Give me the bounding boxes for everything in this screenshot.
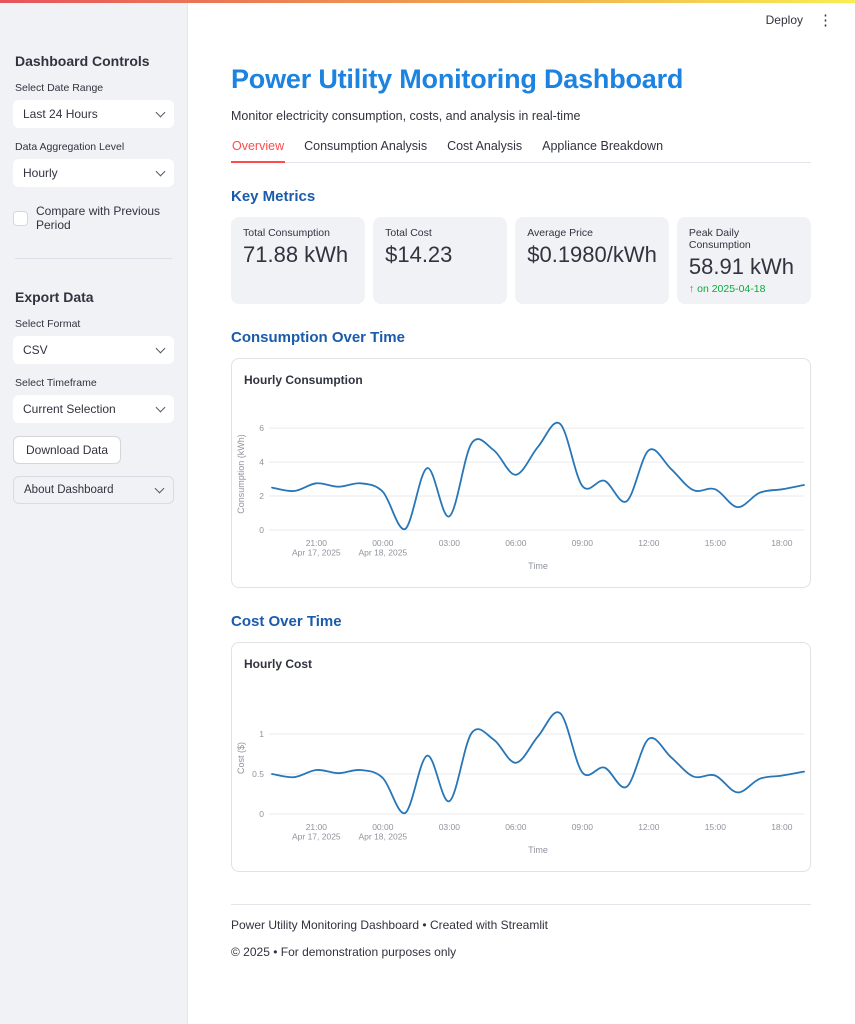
svg-text:00:00: 00:00 — [372, 822, 394, 832]
svg-text:Time: Time — [528, 845, 548, 855]
format-select[interactable]: CSV — [13, 336, 174, 364]
metric-total-cost: Total Cost $14.23 — [373, 217, 507, 304]
metric-delta-text: on 2025-04-18 — [697, 283, 765, 295]
svg-text:Apr 18, 2025: Apr 18, 2025 — [358, 832, 407, 842]
chevron-down-icon — [156, 166, 166, 176]
svg-text:Apr 18, 2025: Apr 18, 2025 — [358, 548, 407, 558]
metric-label: Total Consumption — [243, 227, 353, 239]
metric-delta: ↑ on 2025-04-18 — [689, 283, 799, 295]
tab-bar: Overview Consumption Analysis Cost Analy… — [231, 139, 811, 163]
cost-line-chart[interactable]: 0 0.5 1 21:00Apr 17, 2025 00:00Apr 18, 2025 0… — [232, 687, 810, 861]
page-subtitle: Monitor electricity consumption, costs, … — [231, 109, 811, 123]
consumption-chart-card: Hourly Consumption 0 2 4 6 21:00Apr 17, 2025… — [231, 358, 811, 588]
footer-line2: © 2025 • For demonstration purposes only — [231, 945, 811, 959]
consumption-line-chart[interactable]: 0 2 4 6 21:00Apr 17, 2025 00:00Apr 18, 2025 03… — [232, 403, 810, 577]
svg-text:21:00: 21:00 — [306, 538, 328, 548]
sidebar: Dashboard Controls Select Date Range Las… — [0, 3, 188, 1024]
svg-text:Apr 17, 2025: Apr 17, 2025 — [292, 548, 341, 558]
date-range-select[interactable]: Last 24 Hours — [13, 100, 174, 128]
svg-text:21:00: 21:00 — [306, 822, 328, 832]
aggregation-select[interactable]: Hourly — [13, 159, 174, 187]
svg-text:09:00: 09:00 — [572, 538, 594, 548]
metric-total-consumption: Total Consumption 71.88 kWh — [231, 217, 365, 304]
svg-text:03:00: 03:00 — [439, 822, 461, 832]
compare-checkbox[interactable]: Compare with Previous Period — [13, 204, 174, 232]
svg-text:18:00: 18:00 — [771, 538, 793, 548]
tab-cost-analysis[interactable]: Cost Analysis — [446, 139, 523, 162]
svg-text:18:00: 18:00 — [771, 822, 793, 832]
consumption-section-heading: Consumption Over Time — [231, 329, 811, 346]
date-range-label: Select Date Range — [15, 82, 174, 94]
metric-value: 71.88 kWh — [243, 242, 353, 268]
svg-text:2: 2 — [259, 491, 264, 501]
svg-text:06:00: 06:00 — [505, 822, 527, 832]
aggregation-label: Data Aggregation Level — [15, 141, 174, 153]
svg-text:12:00: 12:00 — [638, 538, 660, 548]
tab-consumption-analysis[interactable]: Consumption Analysis — [303, 139, 428, 162]
key-metrics-heading: Key Metrics — [231, 188, 811, 205]
footer-divider — [231, 904, 811, 905]
cost-section-heading: Cost Over Time — [231, 613, 811, 630]
svg-text:0: 0 — [259, 809, 264, 819]
metric-value: $14.23 — [385, 242, 495, 268]
svg-text:0: 0 — [259, 525, 264, 535]
svg-text:12:00: 12:00 — [638, 822, 660, 832]
checkbox-box-icon[interactable] — [13, 211, 28, 226]
about-dashboard-expander[interactable]: About Dashboard — [13, 476, 174, 504]
metric-label: Total Cost — [385, 227, 495, 239]
metric-label: Peak Daily Consumption — [689, 227, 799, 251]
svg-text:6: 6 — [259, 423, 264, 433]
tab-overview[interactable]: Overview — [231, 139, 285, 163]
sidebar-divider — [15, 258, 172, 259]
svg-text:09:00: 09:00 — [572, 822, 594, 832]
svg-text:4: 4 — [259, 457, 264, 467]
format-value: CSV — [23, 343, 48, 357]
chevron-down-icon — [156, 402, 166, 412]
about-dashboard-label: About Dashboard — [24, 484, 114, 496]
tab-appliance-breakdown[interactable]: Appliance Breakdown — [541, 139, 664, 162]
timeframe-label: Select Timeframe — [15, 377, 174, 389]
svg-text:15:00: 15:00 — [705, 822, 727, 832]
metric-average-price: Average Price $0.1980/kWh — [515, 217, 669, 304]
svg-text:Apr 17, 2025: Apr 17, 2025 — [292, 832, 341, 842]
consumption-chart-title: Hourly Consumption — [244, 373, 810, 387]
svg-text:Cost ($): Cost ($) — [236, 742, 246, 774]
top-decoration-bar — [0, 0, 855, 3]
svg-text:03:00: 03:00 — [439, 538, 461, 548]
svg-text:1: 1 — [259, 729, 264, 739]
arrow-up-icon: ↑ — [689, 283, 694, 295]
svg-text:Consumption (kWh): Consumption (kWh) — [236, 434, 246, 514]
metric-value: $0.1980/kWh — [527, 242, 657, 268]
download-data-button[interactable]: Download Data — [13, 436, 121, 464]
metric-peak-daily-consumption: Peak Daily Consumption 58.91 kWh ↑ on 20… — [677, 217, 811, 304]
metrics-row: Total Consumption 71.88 kWh Total Cost $… — [231, 217, 811, 304]
chevron-down-icon — [156, 343, 166, 353]
svg-text:Time: Time — [528, 561, 548, 571]
date-range-value: Last 24 Hours — [23, 107, 98, 121]
svg-text:00:00: 00:00 — [372, 538, 394, 548]
svg-text:15:00: 15:00 — [705, 538, 727, 548]
kebab-menu-icon[interactable]: ⋮ — [818, 11, 833, 31]
compare-checkbox-label: Compare with Previous Period — [36, 204, 174, 232]
aggregation-value: Hourly — [23, 166, 58, 180]
sidebar-title: Dashboard Controls — [15, 53, 174, 69]
timeframe-value: Current Selection — [23, 402, 116, 416]
svg-text:06:00: 06:00 — [505, 538, 527, 548]
cost-chart-title: Hourly Cost — [244, 657, 810, 671]
metric-value: 58.91 kWh — [689, 254, 799, 280]
format-label: Select Format — [15, 318, 174, 330]
chevron-down-icon — [156, 107, 166, 117]
timeframe-select[interactable]: Current Selection — [13, 395, 174, 423]
chevron-down-icon — [155, 483, 165, 493]
export-section-title: Export Data — [15, 289, 174, 305]
svg-text:0.5: 0.5 — [252, 769, 264, 779]
footer-line1: Power Utility Monitoring Dashboard • Cre… — [231, 918, 811, 932]
metric-label: Average Price — [527, 227, 657, 239]
main-content: Power Utility Monitoring Dashboard Monit… — [231, 3, 811, 959]
page-title: Power Utility Monitoring Dashboard — [231, 64, 811, 95]
cost-chart-card: Hourly Cost 0 0.5 1 21:00Apr 17, 2025 00:00A… — [231, 642, 811, 872]
